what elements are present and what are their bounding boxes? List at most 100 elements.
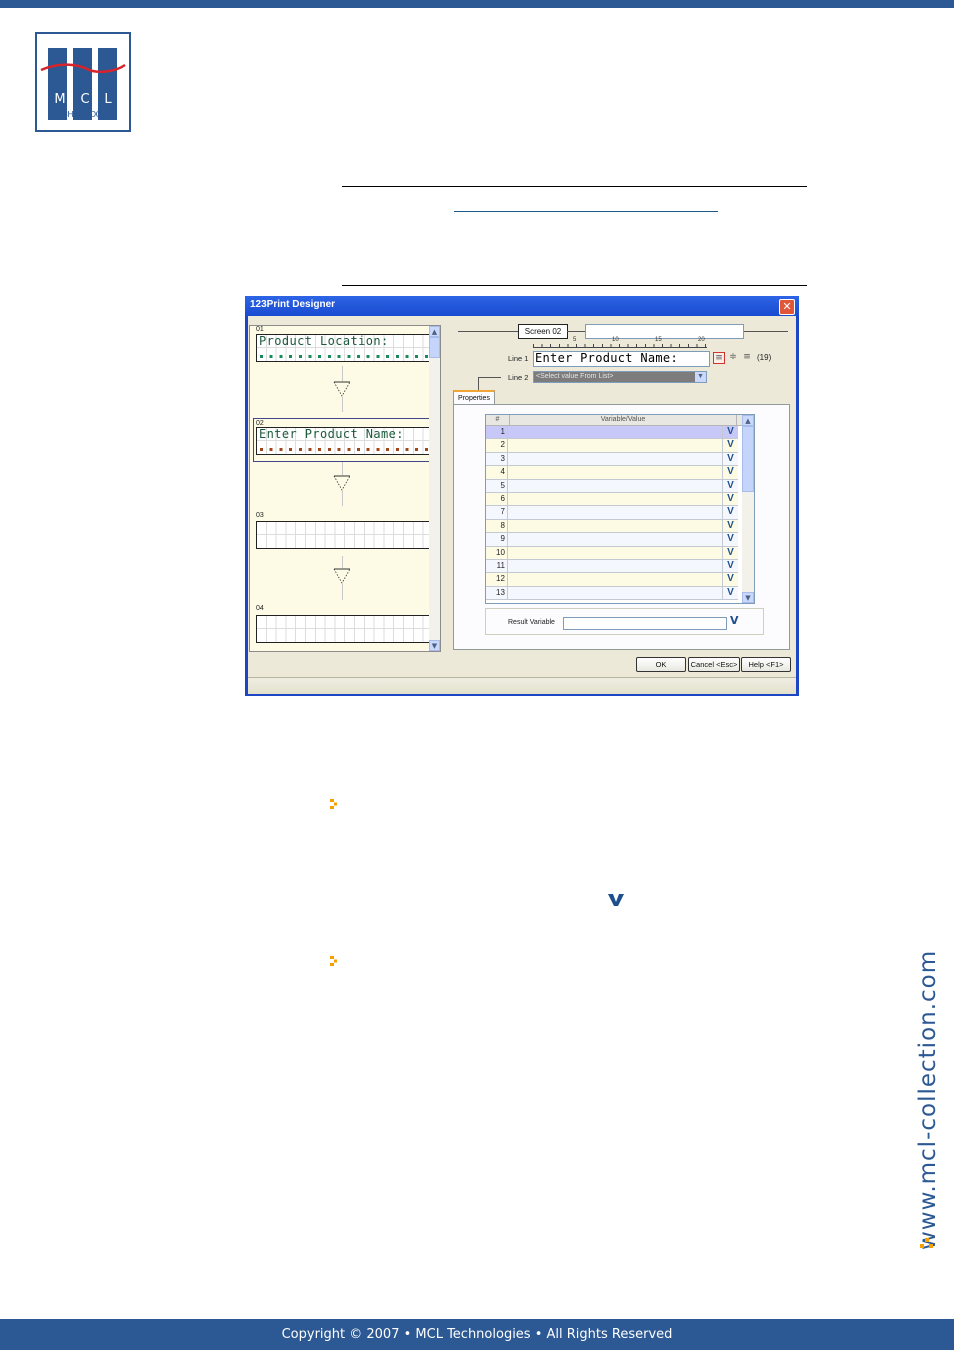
- screen-number: 03: [256, 512, 264, 519]
- align-right-icon[interactable]: ≡: [741, 352, 753, 364]
- row-number: 10: [486, 546, 508, 559]
- ruler-ticks: [533, 344, 707, 348]
- row-number: 7: [486, 506, 508, 519]
- ruler-mark: 5: [573, 337, 577, 343]
- result-variable-group: Result Variable V: [485, 608, 764, 635]
- variable-picker-icon[interactable]: V: [723, 520, 738, 532]
- properties-panel: # Variable/Value 1 V 2 V 3 V 4 V 5 V 6 V 7 V 8 V 9 V 10 V 11…: [453, 404, 790, 650]
- variable-picker-icon[interactable]: V: [723, 506, 738, 518]
- variable-value-cell[interactable]: [508, 560, 723, 573]
- grid-row[interactable]: 13 V: [486, 586, 738, 601]
- ok-button[interactable]: OK: [636, 657, 686, 672]
- grid-row[interactable]: 1V: [486, 426, 738, 440]
- link-underline[interactable]: [454, 211, 718, 212]
- variable-value-cell[interactable]: [508, 466, 723, 479]
- result-variable-input[interactable]: [563, 617, 727, 630]
- grid-row[interactable]: 9V: [486, 533, 738, 547]
- grid-row[interactable]: 10 V: [486, 546, 738, 560]
- copyright-text: Copyright © 2007 • MCL Technologies • Al…: [281, 1327, 673, 1342]
- variable-value-cell[interactable]: [508, 546, 723, 559]
- variable-picker-icon[interactable]: V: [723, 560, 738, 572]
- variable-value-cell[interactable]: [508, 519, 723, 533]
- screen-preview-03[interactable]: [256, 521, 432, 549]
- grid-row[interactable]: 7V: [486, 506, 738, 520]
- variable-value-cell[interactable]: [508, 426, 723, 439]
- variable-value-cell[interactable]: [508, 506, 723, 519]
- ruler-mark: 10: [612, 337, 619, 343]
- variable-picker-icon[interactable]: V: [723, 480, 738, 492]
- logo-letter: C: [80, 92, 90, 107]
- row-number: 9: [486, 533, 508, 546]
- scroll-up-icon[interactable]: ▲: [742, 415, 754, 426]
- tab-properties[interactable]: Properties: [453, 390, 495, 404]
- variable-picker-icon[interactable]: V: [723, 573, 738, 585]
- variable-value-cell[interactable]: [508, 533, 723, 546]
- grid-row[interactable]: 5V: [486, 479, 738, 493]
- grid-row[interactable]: 3V: [486, 452, 738, 467]
- variable-picker-icon[interactable]: V: [723, 547, 738, 559]
- row-number: 3: [486, 452, 508, 466]
- decorative-dots-icon: [920, 1238, 933, 1248]
- screen-line-text: Enter Product Name:: [259, 427, 404, 441]
- scroll-down-icon[interactable]: ▼: [742, 592, 754, 603]
- chevron-down-icon[interactable]: ▼: [695, 372, 706, 382]
- grid-row[interactable]: 11 V: [486, 560, 738, 574]
- grid-scrollbar[interactable]: ▲ ▼: [742, 415, 754, 603]
- align-left-icon[interactable]: ≡: [713, 352, 725, 364]
- line1-label: Line 1: [508, 354, 529, 363]
- variable-picker-icon[interactable]: V: [723, 466, 738, 478]
- grid-row[interactable]: 6V: [486, 493, 738, 507]
- grid-row[interactable]: 4V: [486, 466, 738, 480]
- line2-select[interactable]: <Select value From List> ▼: [533, 371, 707, 383]
- screen-line-text: Product Location:: [259, 334, 389, 348]
- screen-preview-04[interactable]: [256, 615, 432, 643]
- column-header-variable: Variable/Value: [510, 415, 737, 425]
- screen-preview-01[interactable]: Product Location:: [256, 334, 432, 362]
- variable-picker-icon[interactable]: V: [723, 453, 738, 465]
- scroll-up-icon[interactable]: ▲: [429, 326, 440, 337]
- screen-list-scrollbar[interactable]: ▲ ▼: [429, 326, 440, 651]
- top-bar: [0, 0, 954, 8]
- mcl-logo: M C L TECHNOLOGIES: [35, 32, 131, 132]
- variable-value-cell[interactable]: [508, 452, 723, 466]
- variable-picker-icon[interactable]: V: [723, 493, 738, 505]
- grid-row[interactable]: 12 V: [486, 573, 738, 587]
- scroll-thumb[interactable]: [742, 426, 754, 492]
- variable-value-cell[interactable]: [508, 586, 723, 600]
- row-number: 4: [486, 466, 508, 479]
- screen-name-input[interactable]: [585, 324, 744, 339]
- frame-line: [458, 331, 518, 332]
- variable-picker-icon[interactable]: V: [723, 426, 738, 438]
- window-titlebar[interactable]: 123Print Designer ✕: [245, 296, 799, 316]
- variable-picker-icon[interactable]: V: [723, 439, 738, 451]
- ruler-mark: 15: [655, 337, 662, 343]
- character-ruler: 5 10 15 20: [533, 337, 707, 348]
- variable-picker-icon[interactable]: V: [730, 614, 739, 627]
- close-icon[interactable]: ✕: [779, 299, 795, 315]
- frame-line: [478, 377, 501, 378]
- variable-value-cell[interactable]: [508, 573, 723, 586]
- variable-value-cell[interactable]: [508, 439, 723, 452]
- grid-row[interactable]: 2V: [486, 439, 738, 453]
- variable-grid: # Variable/Value 1 V 2 V 3 V 4 V 5 V 6 V 7 V 8 V 9 V 10 V 11…: [485, 414, 755, 604]
- cancel-button[interactable]: Cancel <Esc>: [688, 657, 740, 672]
- help-button[interactable]: Help <F1>: [741, 657, 791, 672]
- variable-picker-icon[interactable]: V: [723, 587, 738, 599]
- variable-value-cell[interactable]: [508, 479, 723, 492]
- variable-picker-icon: [608, 894, 624, 906]
- line2-label: Line 2: [508, 373, 529, 382]
- scroll-thumb[interactable]: [429, 337, 440, 358]
- screen-number: 01: [256, 326, 264, 333]
- screen-preview-02[interactable]: Enter Product Name:: [256, 427, 432, 455]
- row-number: 11: [486, 560, 508, 573]
- align-center-icon[interactable]: ≑: [727, 352, 739, 364]
- bullet-arrow-icon: [330, 799, 337, 809]
- grid-row[interactable]: 8V: [486, 519, 738, 534]
- print-designer-window: 123Print Designer ✕ 01 Product Location:…: [245, 296, 799, 696]
- variable-picker-icon[interactable]: V: [723, 533, 738, 545]
- scroll-down-icon[interactable]: ▼: [429, 640, 440, 651]
- variable-value-cell[interactable]: [508, 493, 723, 506]
- window-body: 01 Product Location: 02 Enter Product Na…: [248, 316, 796, 694]
- section-rule-top: [342, 186, 807, 187]
- line1-input[interactable]: Enter Product Name:: [533, 351, 710, 367]
